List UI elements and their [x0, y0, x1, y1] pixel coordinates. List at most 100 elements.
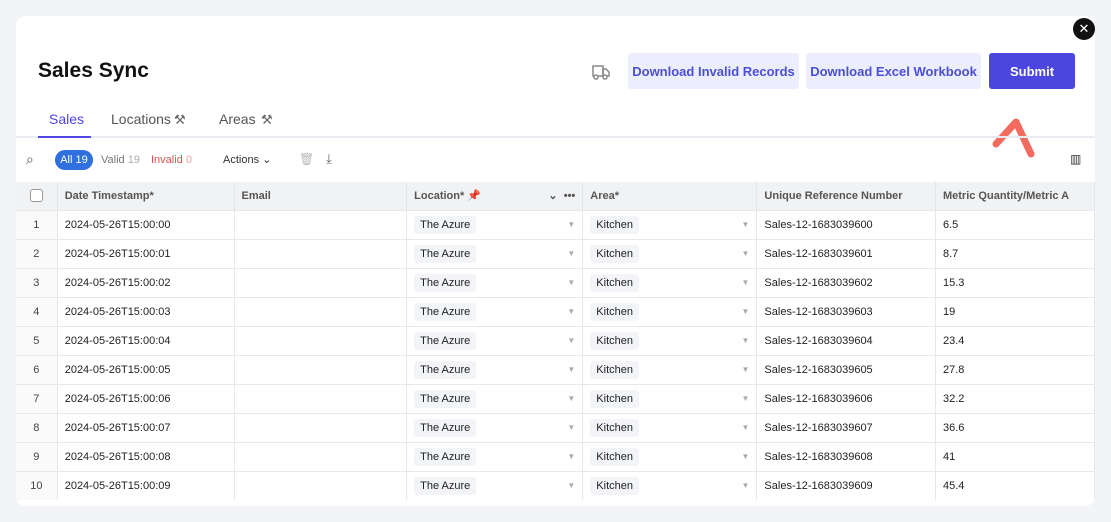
search-icon[interactable]: ⌕ — [26, 151, 34, 168]
dropdown-caret-icon[interactable]: ▼ — [567, 423, 575, 432]
reference-cell[interactable]: Sales-12-1683039600 — [756, 209, 936, 239]
dropdown-caret-icon[interactable]: ▼ — [742, 423, 750, 432]
location-cell[interactable]: The Azure ▼ — [406, 238, 584, 268]
area-cell[interactable]: Kitchen ▼ — [582, 296, 758, 326]
dropdown-caret-icon[interactable]: ▼ — [742, 220, 750, 229]
trash-icon[interactable]: 🗑 — [299, 152, 314, 166]
reference-cell[interactable]: Sales-12-1683039606 — [756, 383, 936, 413]
dropdown-caret-icon[interactable]: ▼ — [742, 365, 750, 374]
email-cell[interactable] — [234, 209, 408, 239]
date-cell[interactable]: 2024-05-26T15:00:03 — [57, 296, 235, 326]
reference-cell[interactable]: Sales-12-1683039608 — [756, 441, 936, 471]
quantity-cell[interactable]: 23.4 — [935, 325, 1095, 355]
date-cell[interactable]: 2024-05-26T15:00:01 — [57, 238, 235, 268]
email-cell[interactable] — [234, 354, 408, 384]
email-cell[interactable] — [234, 238, 408, 268]
column-header[interactable]: Date Timestamp* — [57, 182, 235, 210]
download-invalid-records-button[interactable]: Download Invalid Records — [628, 53, 799, 89]
dropdown-caret-icon[interactable]: ▼ — [567, 249, 575, 258]
dropdown-caret-icon[interactable]: ▼ — [742, 336, 750, 345]
dropdown-caret-icon[interactable]: ▼ — [567, 365, 575, 374]
reference-cell[interactable]: Sales-12-1683039603 — [756, 296, 936, 326]
location-cell[interactable]: The Azure ▼ — [406, 470, 584, 500]
quantity-cell[interactable]: 19 — [935, 296, 1095, 326]
reference-cell[interactable]: Sales-12-1683039602 — [756, 267, 936, 297]
dropdown-caret-icon[interactable]: ▼ — [742, 249, 750, 258]
email-cell[interactable] — [234, 441, 408, 471]
actions-dropdown[interactable]: Actions ⌄ — [223, 153, 271, 166]
date-cell[interactable]: 2024-05-26T15:00:05 — [57, 354, 235, 384]
filter-all[interactable]: All 19 — [55, 150, 93, 170]
area-cell[interactable]: Kitchen ▼ — [582, 441, 758, 471]
date-cell[interactable]: 2024-05-26T15:00:08 — [57, 441, 235, 471]
columns-icon[interactable]: ▥ — [1070, 152, 1081, 166]
quantity-cell[interactable]: 8.7 — [935, 238, 1095, 268]
tab-areas[interactable]: Areas — [219, 111, 256, 127]
location-cell[interactable]: The Azure ▼ — [406, 267, 584, 297]
dropdown-caret-icon[interactable]: ▼ — [742, 307, 750, 316]
reference-cell[interactable]: Sales-12-1683039604 — [756, 325, 936, 355]
download-icon[interactable]: ⤓ — [326, 151, 332, 167]
area-cell[interactable]: Kitchen ▼ — [582, 238, 758, 268]
filter-valid[interactable]: Valid 19 — [101, 154, 140, 166]
quantity-cell[interactable]: 36.6 — [935, 412, 1095, 442]
reference-cell[interactable]: Sales-12-1683039601 — [756, 238, 936, 268]
column-header[interactable]: Unique Reference Number — [756, 182, 936, 210]
dropdown-caret-icon[interactable]: ▼ — [567, 336, 575, 345]
email-cell[interactable] — [234, 412, 408, 442]
dropdown-caret-icon[interactable]: ▼ — [567, 481, 575, 490]
date-cell[interactable]: 2024-05-26T15:00:09 — [57, 470, 235, 500]
filter-invalid[interactable]: Invalid 0 — [151, 154, 192, 166]
column-header[interactable]: Area* — [582, 182, 758, 210]
email-cell[interactable] — [234, 383, 408, 413]
dropdown-caret-icon[interactable]: ▼ — [742, 452, 750, 461]
column-header-location[interactable]: Location* 📌 ⌄ ••• — [406, 182, 584, 210]
column-header[interactable]: Email — [234, 182, 408, 210]
close-button[interactable]: ✕ — [1073, 18, 1095, 40]
submit-button[interactable]: Submit — [989, 53, 1075, 89]
email-cell[interactable] — [234, 267, 408, 297]
select-all[interactable] — [16, 182, 58, 210]
area-cell[interactable]: Kitchen ▼ — [582, 325, 758, 355]
chevron-down-icon[interactable]: ⌄ — [548, 190, 557, 202]
date-cell[interactable]: 2024-05-26T15:00:00 — [57, 209, 235, 239]
dropdown-caret-icon[interactable]: ▼ — [567, 394, 575, 403]
column-header[interactable]: Metric Quantity/Metric A — [935, 182, 1095, 210]
quantity-cell[interactable]: 15.3 — [935, 267, 1095, 297]
area-cell[interactable]: Kitchen ▼ — [582, 267, 758, 297]
area-cell[interactable]: Kitchen ▼ — [582, 383, 758, 413]
date-cell[interactable]: 2024-05-26T15:00:04 — [57, 325, 235, 355]
dropdown-caret-icon[interactable]: ▼ — [742, 394, 750, 403]
email-cell[interactable] — [234, 296, 408, 326]
location-cell[interactable]: The Azure ▼ — [406, 354, 584, 384]
more-icon[interactable]: ••• — [564, 190, 576, 202]
location-cell[interactable]: The Azure ▼ — [406, 296, 584, 326]
area-cell[interactable]: Kitchen ▼ — [582, 470, 758, 500]
reference-cell[interactable]: Sales-12-1683039609 — [756, 470, 936, 500]
location-cell[interactable]: The Azure ▼ — [406, 325, 584, 355]
dropdown-caret-icon[interactable]: ▼ — [742, 278, 750, 287]
location-cell[interactable]: The Azure ▼ — [406, 412, 584, 442]
reference-cell[interactable]: Sales-12-1683039607 — [756, 412, 936, 442]
location-cell[interactable]: The Azure ▼ — [406, 383, 584, 413]
dropdown-caret-icon[interactable]: ▼ — [567, 307, 575, 316]
tab-sales[interactable]: Sales — [49, 111, 84, 127]
dropdown-caret-icon[interactable]: ▼ — [567, 452, 575, 461]
quantity-cell[interactable]: 41 — [935, 441, 1095, 471]
email-cell[interactable] — [234, 470, 408, 500]
checkbox[interactable] — [29, 189, 43, 203]
area-cell[interactable]: Kitchen ▼ — [582, 412, 758, 442]
download-excel-workbook-button[interactable]: Download Excel Workbook — [806, 53, 981, 89]
quantity-cell[interactable]: 27.8 — [935, 354, 1095, 384]
area-cell[interactable]: Kitchen ▼ — [582, 209, 758, 239]
area-cell[interactable]: Kitchen ▼ — [582, 354, 758, 384]
dropdown-caret-icon[interactable]: ▼ — [567, 220, 575, 229]
location-cell[interactable]: The Azure ▼ — [406, 209, 584, 239]
dropdown-caret-icon[interactable]: ▼ — [567, 278, 575, 287]
email-cell[interactable] — [234, 325, 408, 355]
quantity-cell[interactable]: 32.2 — [935, 383, 1095, 413]
reference-cell[interactable]: Sales-12-1683039605 — [756, 354, 936, 384]
location-cell[interactable]: The Azure ▼ — [406, 441, 584, 471]
date-cell[interactable]: 2024-05-26T15:00:02 — [57, 267, 235, 297]
quantity-cell[interactable]: 45.4 — [935, 470, 1095, 500]
